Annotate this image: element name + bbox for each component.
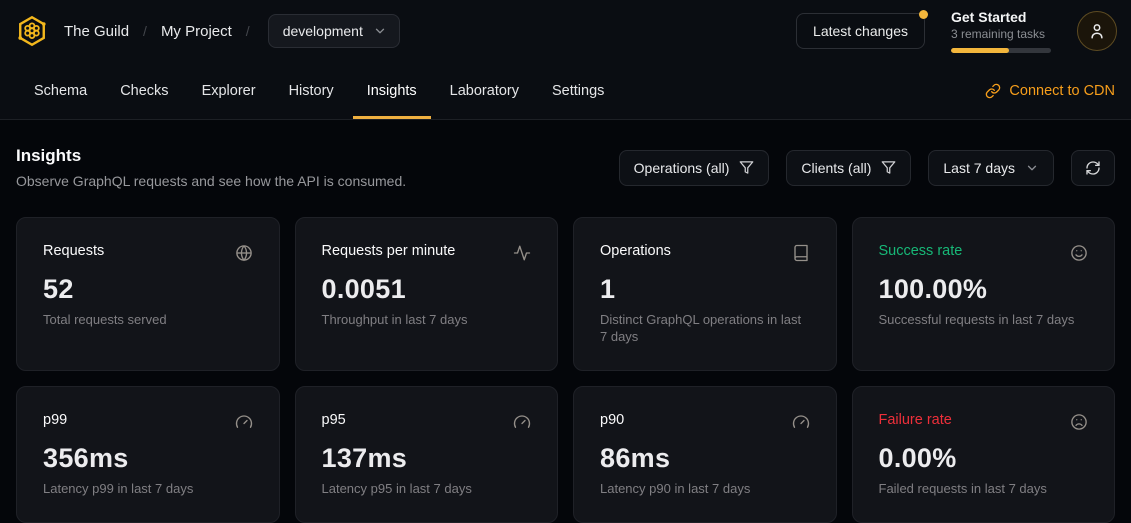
page-title: Insights xyxy=(16,146,406,166)
date-range-label: Last 7 days xyxy=(943,160,1015,176)
clients-filter-button[interactable]: Clients (all) xyxy=(786,150,911,186)
tab-settings[interactable]: Settings xyxy=(538,62,618,119)
link-icon xyxy=(985,83,1001,99)
card-value: 1 xyxy=(600,274,810,305)
frown-icon xyxy=(1070,413,1088,431)
get-started-remaining: 3 remaining tasks xyxy=(951,27,1051,41)
chevron-down-icon xyxy=(1025,161,1039,175)
card-title: p99 xyxy=(43,412,67,428)
tab-insights[interactable]: Insights xyxy=(353,62,431,119)
card-subtitle: Distinct GraphQL operations in last 7 da… xyxy=(600,312,810,346)
card-value: 0.00% xyxy=(879,443,1089,474)
breadcrumb-org[interactable]: The Guild xyxy=(64,23,129,40)
card-title: Operations xyxy=(600,243,671,259)
main-nav: Schema Checks Explorer History Insights … xyxy=(0,62,1131,120)
breadcrumb-separator: / xyxy=(143,23,147,39)
stat-card-p90: p90 86ms Latency p90 in last 7 days xyxy=(573,386,837,523)
book-icon xyxy=(792,244,810,262)
card-title: Requests xyxy=(43,243,104,259)
card-subtitle: Failed requests in last 7 days xyxy=(879,481,1089,498)
card-value: 100.00% xyxy=(879,274,1089,305)
get-started-progress-track xyxy=(951,48,1051,53)
target-selector-value: development xyxy=(283,23,363,39)
gauge-icon xyxy=(792,413,810,431)
operations-filter-button[interactable]: Operations (all) xyxy=(619,150,770,186)
header-left: The Guild / My Project / development xyxy=(14,13,400,49)
notification-dot xyxy=(919,10,928,19)
card-title: Success rate xyxy=(879,243,963,259)
top-header: The Guild / My Project / development Lat… xyxy=(0,0,1131,62)
date-range-select[interactable]: Last 7 days xyxy=(928,150,1054,186)
card-subtitle: Latency p95 in last 7 days xyxy=(322,481,532,498)
stat-card-requests-per-minute: Requests per minute 0.0051 Throughput in… xyxy=(295,217,559,371)
hexagon-logo-icon xyxy=(15,14,49,48)
user-icon xyxy=(1088,22,1106,40)
gauge-icon xyxy=(235,413,253,431)
card-value: 0.0051 xyxy=(322,274,532,305)
filter-icon xyxy=(881,160,896,175)
guild-logo[interactable] xyxy=(14,13,50,49)
refresh-button[interactable] xyxy=(1071,150,1115,186)
card-subtitle: Total requests served xyxy=(43,312,253,329)
card-subtitle: Successful requests in last 7 days xyxy=(879,312,1089,329)
card-title: Failure rate xyxy=(879,412,952,428)
tab-laboratory[interactable]: Laboratory xyxy=(436,62,533,119)
breadcrumb-project[interactable]: My Project xyxy=(161,23,232,40)
connect-to-cdn-label: Connect to CDN xyxy=(1009,83,1115,99)
filter-icon xyxy=(739,160,754,175)
gauge-icon xyxy=(513,413,531,431)
get-started-title: Get Started xyxy=(951,9,1051,25)
latest-changes-button[interactable]: Latest changes xyxy=(796,13,925,49)
stat-card-requests: Requests 52 Total requests served xyxy=(16,217,280,371)
smile-icon xyxy=(1070,244,1088,262)
page-head: Insights Observe GraphQL requests and se… xyxy=(0,120,1131,189)
get-started-progress-fill xyxy=(951,48,1009,53)
breadcrumb: The Guild / My Project / development xyxy=(64,14,400,48)
card-subtitle: Latency p90 in last 7 days xyxy=(600,481,810,498)
stat-card-operations: Operations 1 Distinct GraphQL operations… xyxy=(573,217,837,371)
tab-schema[interactable]: Schema xyxy=(20,62,101,119)
card-value: 137ms xyxy=(322,443,532,474)
tab-checks[interactable]: Checks xyxy=(106,62,182,119)
card-title: p90 xyxy=(600,412,624,428)
card-value: 52 xyxy=(43,274,253,305)
refresh-icon xyxy=(1085,160,1101,176)
card-subtitle: Throughput in last 7 days xyxy=(322,312,532,329)
stats-grid: Requests 52 Total requests served Reques… xyxy=(16,217,1115,523)
filters-toolbar: Operations (all) Clients (all) Last 7 da… xyxy=(619,150,1115,186)
activity-icon xyxy=(513,244,531,262)
stat-card-success-rate: Success rate 100.00% Successful requests… xyxy=(852,217,1116,371)
stat-card-failure-rate: Failure rate 0.00% Failed requests in la… xyxy=(852,386,1116,523)
card-value: 356ms xyxy=(43,443,253,474)
header-right: Latest changes Get Started 3 remaining t… xyxy=(796,9,1117,53)
operations-filter-label: Operations (all) xyxy=(634,160,730,176)
insights-page: Insights Observe GraphQL requests and se… xyxy=(0,120,1131,523)
avatar[interactable] xyxy=(1077,11,1117,51)
tab-history[interactable]: History xyxy=(275,62,348,119)
target-selector[interactable]: development xyxy=(268,14,400,48)
card-subtitle: Latency p99 in last 7 days xyxy=(43,481,253,498)
stat-card-p95: p95 137ms Latency p95 in last 7 days xyxy=(295,386,559,523)
tab-list: Schema Checks Explorer History Insights … xyxy=(20,62,623,119)
page-subtitle: Observe GraphQL requests and see how the… xyxy=(16,173,406,189)
card-title: p95 xyxy=(322,412,346,428)
page-head-text: Insights Observe GraphQL requests and se… xyxy=(16,146,406,189)
card-title: Requests per minute xyxy=(322,243,456,259)
breadcrumb-separator: / xyxy=(246,23,250,39)
latest-changes-label: Latest changes xyxy=(813,23,908,39)
connect-to-cdn-button[interactable]: Connect to CDN xyxy=(985,83,1115,99)
chevron-down-icon xyxy=(373,24,387,38)
tab-explorer[interactable]: Explorer xyxy=(188,62,270,119)
card-value: 86ms xyxy=(600,443,810,474)
stat-card-p99: p99 356ms Latency p99 in last 7 days xyxy=(16,386,280,523)
get-started-widget[interactable]: Get Started 3 remaining tasks xyxy=(951,9,1051,53)
clients-filter-label: Clients (all) xyxy=(801,160,871,176)
globe-icon xyxy=(235,244,253,262)
